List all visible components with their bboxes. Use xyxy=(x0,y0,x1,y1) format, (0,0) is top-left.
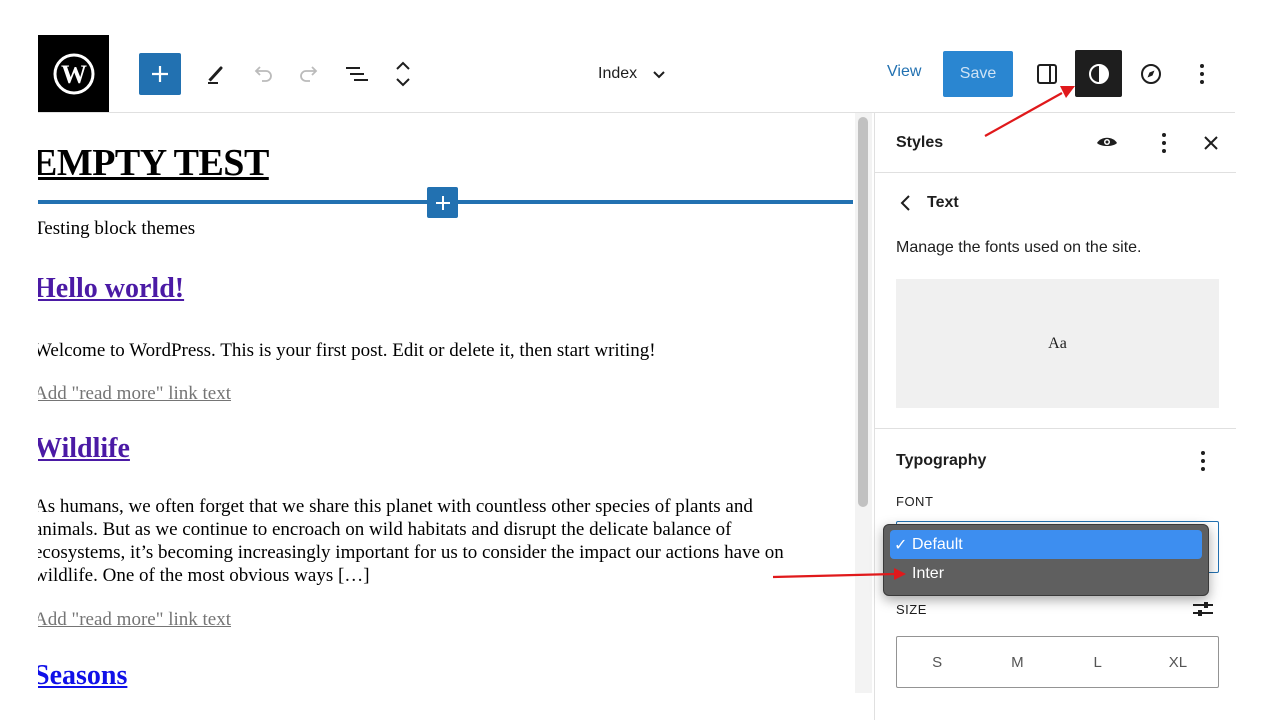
block-navigation-button[interactable] xyxy=(387,56,419,92)
styles-sidebar: Styles Text Manage the fonts used on the… xyxy=(874,113,1236,720)
panel-description: Manage the fonts used on the site. xyxy=(896,239,1142,256)
post-title-link[interactable]: Wildlife xyxy=(38,433,130,465)
redo-button[interactable] xyxy=(293,58,325,90)
chevron-down-icon xyxy=(653,71,665,79)
eye-icon xyxy=(1097,137,1117,146)
excerpt-line: ecosystems, it’s becoming increasingly i… xyxy=(38,542,784,563)
chevron-left-icon xyxy=(900,195,910,211)
undo-icon xyxy=(254,66,272,82)
font-option-inter[interactable]: Inter xyxy=(890,559,1202,588)
site-title[interactable]: EMPTY TEST xyxy=(38,141,269,185)
sliders-icon xyxy=(1193,602,1213,616)
canvas-scrollbar[interactable] xyxy=(855,113,872,693)
pencil-icon xyxy=(208,66,223,84)
typography-title: Typography xyxy=(896,452,987,469)
size-label: SIZE xyxy=(896,602,927,617)
wordpress-logo-button[interactable]: W xyxy=(38,35,109,112)
close-icon xyxy=(1204,136,1218,150)
list-view-icon xyxy=(346,67,368,81)
font-label: FONT xyxy=(896,494,934,509)
font-option-default[interactable]: ✓ Default xyxy=(890,530,1202,559)
font-dropdown-menu: ✓ Default Inter xyxy=(883,524,1209,596)
font-option-label: Default xyxy=(912,535,963,553)
contrast-icon xyxy=(1088,63,1109,84)
settings-toggle-button[interactable] xyxy=(1031,58,1063,90)
view-link[interactable]: View xyxy=(887,63,921,81)
back-navigation[interactable]: Text xyxy=(899,194,959,212)
site-tagline[interactable]: Testing block themes xyxy=(38,218,195,240)
checkmark-icon: ✓ xyxy=(894,536,908,554)
section-divider xyxy=(875,428,1236,429)
styles-options-button[interactable] xyxy=(1152,131,1176,155)
editor-canvas[interactable]: EMPTY TEST Testing block themes Hello wo… xyxy=(38,113,853,693)
vertical-ellipsis-icon xyxy=(1200,64,1204,84)
scrollbar-thumb[interactable] xyxy=(858,117,868,507)
font-option-label: Inter xyxy=(912,564,945,582)
read-more-link[interactable]: Add "read more" link text xyxy=(38,383,231,405)
save-button[interactable]: Save xyxy=(943,51,1013,97)
typography-options-button[interactable] xyxy=(1191,449,1215,473)
post-excerpt[interactable]: As humans, we often forget that we share… xyxy=(38,495,784,587)
post-title-link[interactable]: Hello world! xyxy=(38,273,184,305)
document-title-dropdown[interactable]: Index xyxy=(598,58,667,90)
close-sidebar-button[interactable] xyxy=(1199,131,1223,155)
wordpress-icon: W xyxy=(53,53,94,94)
document-overview-button[interactable] xyxy=(340,58,372,90)
undo-button[interactable] xyxy=(247,58,279,90)
add-block-button[interactable] xyxy=(139,53,181,95)
vertical-ellipsis-icon xyxy=(1162,133,1166,153)
compass-icon xyxy=(1141,64,1161,84)
edit-tools-button[interactable] xyxy=(199,58,231,90)
panel-title: Text xyxy=(927,194,959,211)
size-option-m[interactable]: M xyxy=(977,637,1057,687)
read-more-link[interactable]: Add "read more" link text xyxy=(38,609,231,631)
size-option-s[interactable]: S xyxy=(897,637,977,687)
options-menu-button[interactable] xyxy=(1186,58,1218,90)
svg-text:W: W xyxy=(61,60,87,89)
plus-icon xyxy=(152,66,168,82)
custom-size-toggle-button[interactable] xyxy=(1191,597,1215,621)
style-book-button[interactable] xyxy=(1095,131,1119,155)
plus-icon xyxy=(435,195,450,210)
vertical-ellipsis-icon xyxy=(1201,451,1205,471)
excerpt-line: As humans, we often forget that we share… xyxy=(38,496,753,517)
redo-icon xyxy=(300,66,318,82)
typography-preview: Aa xyxy=(896,279,1219,408)
styles-toggle-button[interactable] xyxy=(1075,50,1122,97)
font-size-picker: S M L XL xyxy=(896,636,1219,688)
chevron-up-down-icon xyxy=(396,61,410,87)
sidebar-icon xyxy=(1037,64,1057,84)
navigation-button[interactable] xyxy=(1135,58,1167,90)
post-excerpt[interactable]: Welcome to WordPress. This is your first… xyxy=(38,339,656,362)
sidebar-title: Styles xyxy=(896,134,944,151)
excerpt-line: wildlife. One of the most obvious ways [… xyxy=(38,565,370,586)
size-option-l[interactable]: L xyxy=(1058,637,1138,687)
preview-text: Aa xyxy=(1048,334,1067,352)
inline-inserter-button[interactable] xyxy=(427,187,458,218)
size-option-xl[interactable]: XL xyxy=(1138,637,1218,687)
sidebar-header: Styles xyxy=(875,113,1236,173)
excerpt-line: Welcome to WordPress. This is your first… xyxy=(38,340,656,361)
document-title: Index xyxy=(598,65,638,82)
post-title-link[interactable]: Seasons xyxy=(38,660,127,692)
excerpt-line: animals. But as we continue to encroach … xyxy=(38,519,732,540)
